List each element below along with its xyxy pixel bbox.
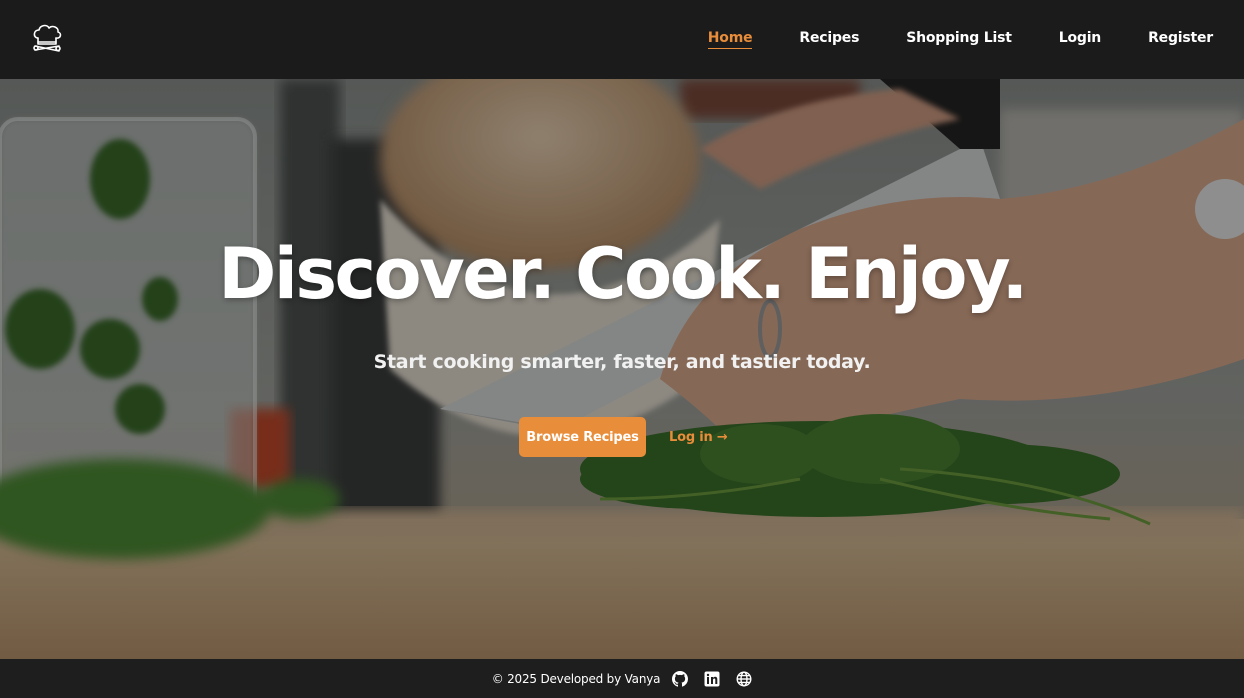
footer-copyright: © 2025 Developed by Vanya [491,671,661,686]
browse-recipes-button[interactable]: Browse Recipes [519,417,646,457]
hero-subtitle: Start cooking smarter, faster, and tasti… [373,351,871,373]
hero-title: Discover. Cook. Enjoy. [218,233,1028,315]
navbar: Home Recipes Shopping List Login Registe… [0,0,1244,79]
nav-link-login[interactable]: Login [1059,30,1102,49]
nav-link-register[interactable]: Register [1148,30,1213,49]
hero-actions: Browse Recipes Log in → [519,417,728,457]
login-link[interactable]: Log in → [669,430,728,445]
nav-link-home[interactable]: Home [707,30,753,49]
hero-content: Discover. Cook. Enjoy. Start cooking sma… [0,79,1244,659]
globe-icon[interactable] [736,670,752,687]
chef-hat-icon[interactable] [30,22,64,56]
hero-section: Discover. Cook. Enjoy. Start cooking sma… [0,79,1244,659]
github-icon[interactable] [672,670,689,687]
nav-link-recipes[interactable]: Recipes [799,30,859,49]
footer: © 2025 Developed by Vanya [0,659,1244,698]
main-nav: Home Recipes Shopping List Login Registe… [661,0,1213,79]
linkedin-icon[interactable] [704,671,720,687]
nav-link-shopping-list[interactable]: Shopping List [906,30,1012,49]
